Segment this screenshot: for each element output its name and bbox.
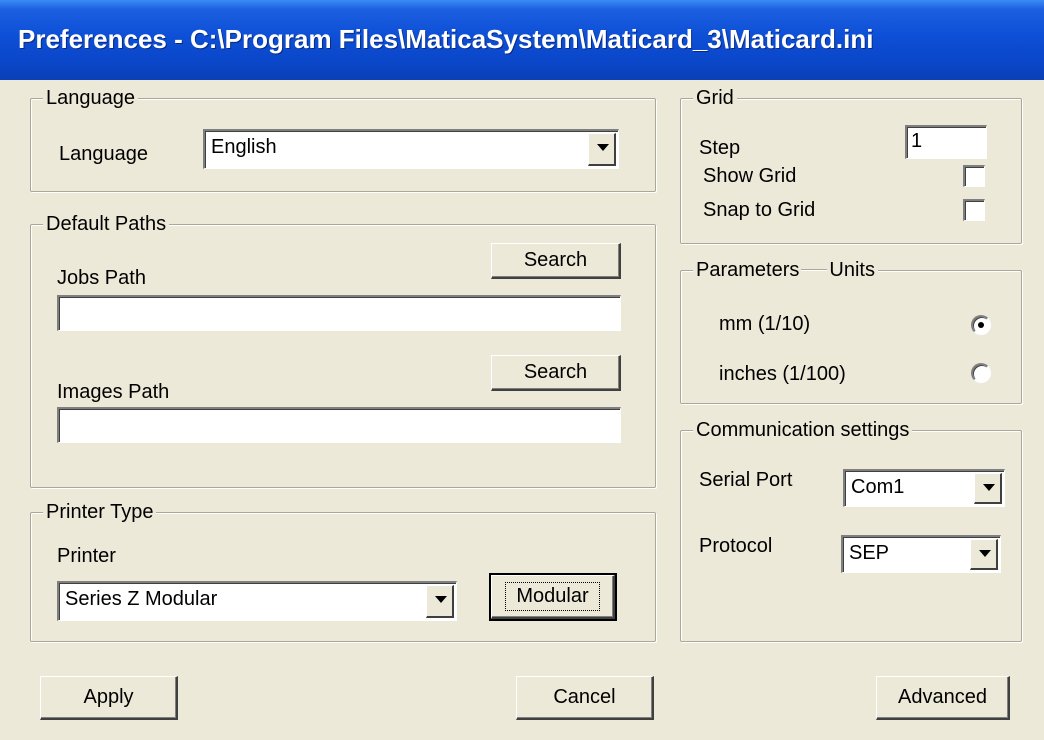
grid-group-label: Grid bbox=[693, 87, 737, 109]
parameters-group-label: Parameters Units bbox=[693, 259, 878, 281]
modular-button[interactable]: Modular bbox=[489, 573, 617, 621]
show-grid-label: Show Grid bbox=[703, 165, 797, 187]
language-select-value: English bbox=[211, 136, 277, 158]
radio-label-inches: inches (1/100) bbox=[719, 363, 846, 385]
printer-type-group: Printer Type Printer Series Z Modular Mo… bbox=[30, 501, 656, 642]
units-label: Units bbox=[829, 259, 875, 281]
preferences-dialog: Language Language English Default Paths … bbox=[8, 80, 1036, 740]
radio-mm[interactable] bbox=[971, 315, 991, 335]
jobs-path-input[interactable] bbox=[57, 295, 621, 331]
radio-inches[interactable] bbox=[971, 363, 991, 383]
show-grid-checkbox[interactable] bbox=[963, 165, 985, 187]
printer-label: Printer bbox=[57, 545, 116, 567]
default-paths-group-label: Default Paths bbox=[43, 213, 170, 235]
parameters-label: Parameters bbox=[696, 259, 800, 281]
images-search-button[interactable]: Search bbox=[491, 355, 621, 391]
serial-port-label: Serial Port bbox=[699, 469, 793, 491]
window-title: Preferences - C:\Program Files\MaticaSys… bbox=[18, 24, 874, 54]
images-path-input[interactable] bbox=[57, 407, 621, 443]
serial-port-value: Com1 bbox=[851, 476, 905, 498]
apply-button[interactable]: Apply bbox=[40, 676, 178, 720]
jobs-search-button[interactable]: Search bbox=[491, 243, 621, 279]
step-label: Step bbox=[699, 137, 741, 159]
cancel-button[interactable]: Cancel bbox=[516, 676, 654, 720]
protocol-select[interactable]: SEP bbox=[841, 535, 1001, 573]
protocol-value: SEP bbox=[849, 542, 890, 564]
protocol-label: Protocol bbox=[699, 535, 773, 557]
printer-select-value: Series Z Modular bbox=[65, 588, 218, 610]
printer-select[interactable]: Series Z Modular bbox=[57, 581, 457, 621]
title-bar[interactable]: Preferences - C:\Program Files\MaticaSys… bbox=[0, 0, 1044, 80]
chevron-down-icon[interactable] bbox=[588, 133, 616, 166]
advanced-button[interactable]: Advanced bbox=[876, 676, 1010, 720]
serial-port-select[interactable]: Com1 bbox=[843, 469, 1005, 507]
step-input[interactable]: 1 bbox=[905, 125, 987, 159]
chevron-down-icon[interactable] bbox=[970, 539, 998, 570]
radio-selected-dot bbox=[978, 322, 984, 328]
jobs-path-label: Jobs Path bbox=[57, 267, 146, 289]
language-group-label: Language bbox=[43, 87, 138, 109]
printer-type-group-label: Printer Type bbox=[43, 501, 157, 523]
language-group: Language Language English bbox=[30, 87, 656, 192]
images-path-label: Images Path bbox=[57, 381, 170, 403]
modular-button-label: Modular bbox=[505, 582, 600, 611]
communication-settings-group: Communication settings Serial Port Com1 … bbox=[680, 419, 1022, 642]
legend-divider bbox=[801, 269, 828, 271]
radio-label-mm: mm (1/10) bbox=[719, 313, 811, 335]
grid-group: Grid Step 1 Show Grid Snap to Grid bbox=[680, 87, 1022, 244]
parameters-units-group: Parameters Units mm (1/10) inches (1/100… bbox=[680, 259, 1022, 404]
language-select[interactable]: English bbox=[203, 129, 619, 169]
communication-group-label: Communication settings bbox=[693, 419, 913, 441]
snap-to-grid-checkbox[interactable] bbox=[963, 199, 985, 221]
chevron-down-icon[interactable] bbox=[426, 585, 454, 618]
snap-to-grid-label: Snap to Grid bbox=[703, 199, 816, 221]
language-label: Language bbox=[59, 143, 148, 165]
chevron-down-icon[interactable] bbox=[974, 473, 1002, 504]
default-paths-group: Default Paths Search Jobs Path Search Im… bbox=[30, 213, 656, 488]
